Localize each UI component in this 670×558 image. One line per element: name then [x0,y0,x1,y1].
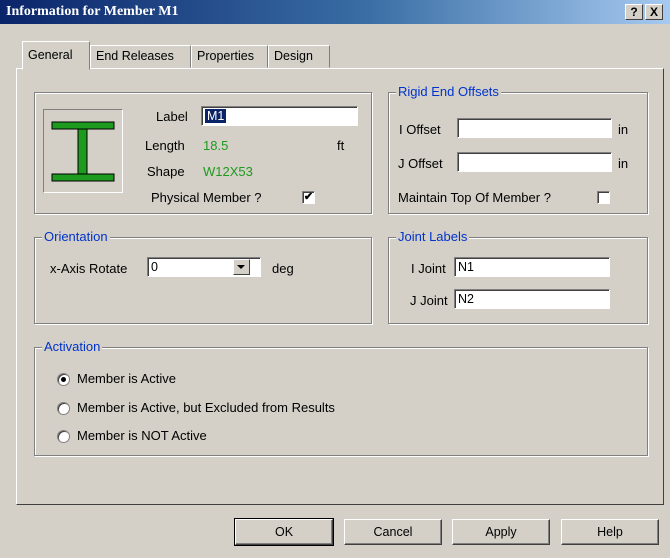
i-offset-input[interactable] [457,118,612,138]
tab-properties[interactable]: Properties [191,45,268,68]
orientation-group [34,237,372,324]
maintain-top-caption: Maintain Top Of Member ? [398,190,551,205]
tab-end-releases[interactable]: End Releases [90,45,191,68]
chevron-down-icon [237,265,245,269]
window-title: Information for Member M1 [6,4,179,19]
tab-design[interactable]: Design [268,45,330,68]
label-value: M1 [205,109,227,123]
j-joint-input[interactable]: N2 [454,289,610,309]
joint-labels-title: Joint Labels [396,229,470,244]
j-offset-input[interactable] [457,152,612,172]
joint-labels-group [388,237,648,324]
j-offset-caption: J Offset [398,156,443,171]
label-caption: Label [156,109,188,124]
i-offset-caption: I Offset [399,122,441,137]
radio-member-excluded[interactable] [57,402,70,415]
i-joint-input[interactable]: N1 [454,257,610,277]
member-excluded-label: Member is Active, but Excluded from Resu… [77,400,335,415]
length-unit: ft [337,138,345,153]
radio-member-not-active[interactable] [57,430,70,443]
j-joint-caption: J Joint [410,293,448,308]
apply-button[interactable]: Apply [452,519,550,545]
ok-button[interactable]: OK [234,518,334,546]
maintain-top-checkbox[interactable] [597,191,610,204]
orientation-title: Orientation [42,229,110,244]
member-not-active-label: Member is NOT Active [77,428,207,443]
tab-general[interactable]: General [22,41,90,70]
x-axis-rotate-unit: deg [272,261,294,276]
i-offset-unit: in [618,122,629,137]
i-beam-icon [51,121,115,182]
x-axis-rotate-caption: x-Axis Rotate [50,261,128,276]
cancel-button[interactable]: Cancel [344,519,442,545]
help-title-button[interactable]: ? [625,4,643,20]
rotate-dropdown-button[interactable] [233,259,250,275]
length-value: 18.5 [203,138,229,153]
help-button[interactable]: Help [561,519,659,545]
shape-caption: Shape [147,164,185,179]
radio-member-active[interactable] [57,373,70,386]
section-preview [43,109,123,193]
physical-member-checkbox[interactable]: ✔ [302,191,315,204]
label-input[interactable]: M1 [201,106,358,126]
length-caption: Length [145,138,185,153]
i-joint-caption: I Joint [411,261,446,276]
j-offset-unit: in [618,156,629,171]
rigid-offsets-title: Rigid End Offsets [396,84,501,99]
x-axis-rotate-value: 0 [151,260,158,274]
activation-title: Activation [42,339,103,354]
physical-member-caption: Physical Member ? [151,190,262,205]
member-active-label: Member is Active [77,371,176,386]
shape-value: W12X53 [203,164,253,179]
close-button[interactable]: X [645,4,663,20]
